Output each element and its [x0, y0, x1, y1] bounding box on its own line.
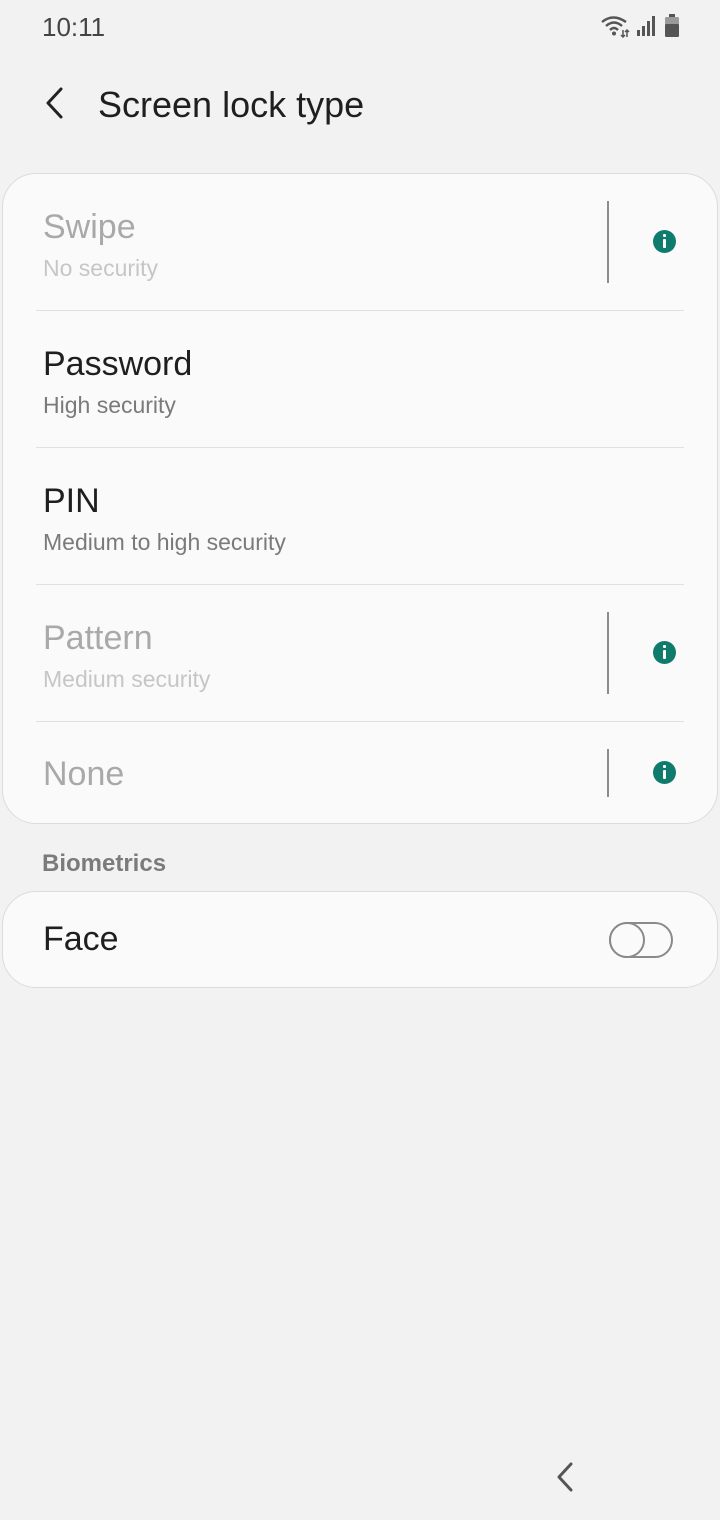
nav-back-button[interactable]	[545, 1457, 585, 1501]
none-info-button[interactable]	[644, 752, 684, 792]
divider	[607, 749, 609, 797]
lock-option-title: Pattern	[43, 619, 153, 657]
page-title: Screen lock type	[98, 84, 365, 125]
info-icon	[652, 229, 676, 253]
lock-option-subtitle: Medium security	[43, 666, 211, 692]
face-label: Face	[43, 920, 119, 958]
lock-option-pattern[interactable]: Pattern Medium security	[3, 585, 717, 722]
lock-option-none[interactable]: None	[3, 722, 717, 823]
wifi-icon	[600, 14, 630, 43]
lock-option-subtitle: No security	[43, 255, 159, 281]
info-icon	[652, 640, 676, 664]
divider	[607, 612, 609, 694]
back-button[interactable]	[32, 82, 78, 128]
lock-option-swipe[interactable]: Swipe No security	[3, 174, 717, 311]
lock-option-password[interactable]: Password High security	[3, 311, 717, 448]
lock-option-title: None	[43, 755, 125, 793]
face-setting-row[interactable]: Face	[2, 891, 718, 988]
lock-option-subtitle: Medium to high security	[43, 529, 286, 555]
battery-icon	[664, 14, 680, 43]
toggle-knob	[609, 922, 645, 958]
nav-back-icon	[555, 1461, 575, 1498]
status-time: 10:11	[42, 12, 106, 42]
face-toggle[interactable]	[609, 922, 673, 958]
divider	[607, 201, 609, 283]
lock-option-title: Password	[43, 345, 193, 383]
lock-type-list: Swipe No security Password High security…	[2, 173, 718, 824]
lock-option-title: PIN	[43, 482, 100, 520]
status-bar: 10:11	[0, 0, 720, 56]
section-header-biometrics: Biometrics	[42, 850, 167, 877]
signal-icon	[636, 15, 658, 42]
swipe-info-button[interactable]	[644, 221, 684, 261]
lock-option-title: Swipe	[43, 208, 136, 246]
pattern-info-button[interactable]	[644, 632, 684, 672]
lock-option-subtitle: High security	[43, 392, 176, 418]
status-icons	[600, 14, 680, 43]
back-arrow-icon	[43, 86, 67, 125]
app-header: Screen lock type	[0, 70, 720, 140]
lock-option-pin[interactable]: PIN Medium to high security	[3, 448, 717, 585]
info-icon	[652, 760, 676, 784]
